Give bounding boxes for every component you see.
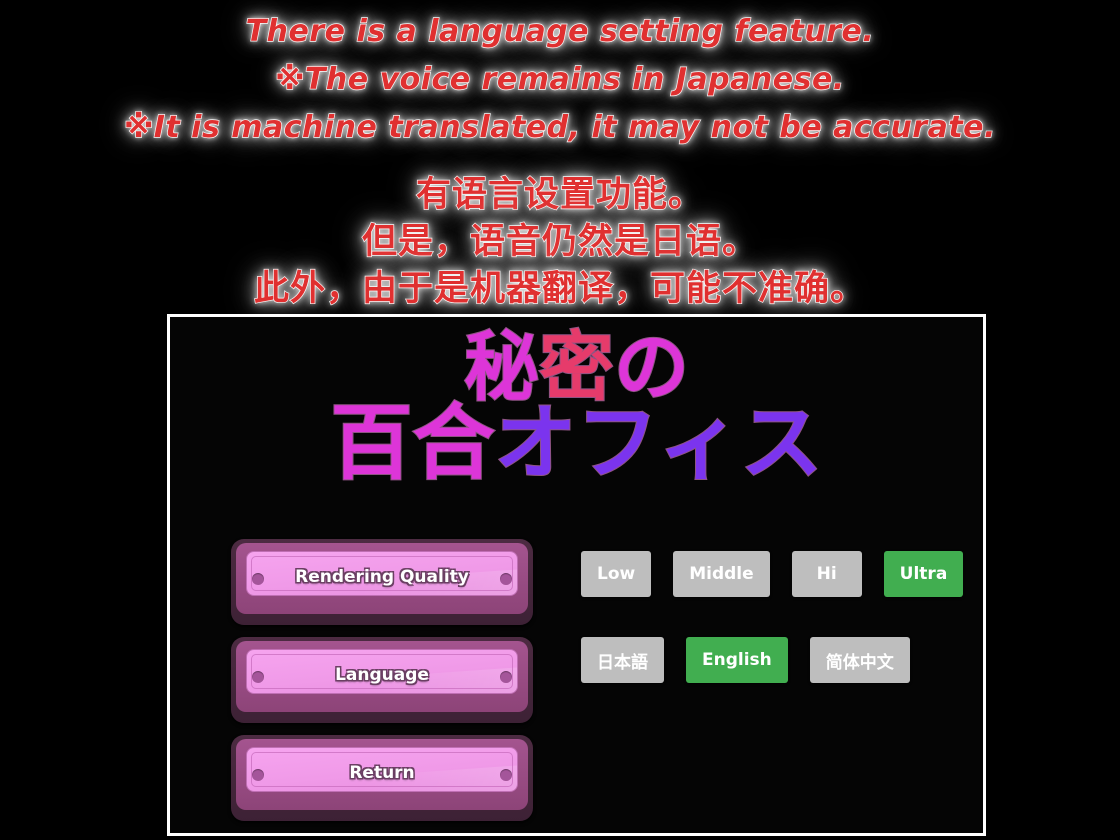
game-title-char: 百 [329, 396, 413, 491]
language-option-japanese[interactable]: 日本語 [581, 637, 664, 683]
game-title-char: 秘 [463, 323, 540, 411]
plate-inner-outline [251, 752, 513, 787]
game-screen: 秘密の 百合オフィス Rendering Quality Language Re… [170, 317, 983, 833]
plate-sheen [247, 565, 517, 595]
plate-rivet-left-icon [252, 670, 264, 683]
quality-option-ultra[interactable]: Ultra [883, 551, 964, 597]
plate-face [246, 649, 518, 694]
game-title-char: 合 [411, 396, 495, 491]
plate-inner-outline [251, 654, 513, 689]
notice-english-line-1: There is a language setting feature. [245, 13, 875, 49]
notice-banner: There is a language setting feature. ※Th… [0, 0, 1120, 310]
quality-option-middle[interactable]: Middle [673, 551, 770, 597]
game-title-line-2: 百合オフィス [170, 396, 983, 491]
plate-sheen [247, 663, 517, 693]
rendering-quality-option-row: Low Middle Hi Ultra [581, 551, 971, 597]
notice-english-line-2: ※The voice remains in Japanese. [275, 61, 845, 97]
language-option-simplified-chinese[interactable]: 简体中文 [809, 637, 910, 683]
notice-chinese-line-1: 有语言设置功能。 [415, 174, 704, 215]
menu-plate-return[interactable]: Return [231, 735, 533, 821]
menu-plate-rendering-quality[interactable]: Rendering Quality [231, 539, 533, 625]
game-window: 秘密の 百合オフィス Rendering Quality Language Re… [167, 314, 986, 836]
plate-rivet-left-icon [252, 768, 264, 781]
game-title-char: フ [575, 396, 659, 491]
game-title-char: ス [740, 396, 824, 491]
quality-option-low[interactable]: Low [581, 551, 652, 597]
game-title-char: オ [493, 396, 577, 491]
plate-face [246, 747, 518, 792]
settings-menu-column: Rendering Quality Language Return [231, 539, 542, 833]
game-title-line-1: 秘密の [170, 323, 983, 411]
game-title-char: 密 [538, 323, 615, 411]
plate-sheen [247, 761, 517, 791]
quality-option-hi[interactable]: Hi [791, 551, 862, 597]
plate-frame: Rendering Quality [236, 543, 528, 614]
language-option-english[interactable]: English [686, 637, 788, 683]
plate-rivet-left-icon [252, 572, 264, 585]
notice-chinese-line-3: 此外，由于是机器翻译，可能不准确。 [253, 268, 866, 309]
notice-english-line-3: ※It is machine translated, it may not be… [123, 109, 996, 145]
settings-options-column: Low Middle Hi Ultra 日本語 English 简体中文 [581, 551, 971, 683]
notice-chinese-line-2: 但是，语音仍然是日语。 [361, 221, 758, 262]
language-option-row: 日本語 English 简体中文 [581, 637, 971, 683]
plate-rivet-right-icon [500, 572, 512, 585]
game-title-char: の [613, 323, 690, 411]
plate-frame: Return [236, 739, 528, 810]
plate-frame: Language [236, 641, 528, 712]
plate-inner-outline [251, 556, 513, 591]
game-title-char: ィ [658, 396, 742, 491]
plate-rivet-right-icon [500, 670, 512, 683]
plate-face [246, 551, 518, 596]
menu-plate-language[interactable]: Language [231, 637, 533, 723]
game-title-logo: 秘密の 百合オフィス [170, 323, 983, 491]
notice-chinese-block: 有语言设置功能。 但是，语音仍然是日语。 此外，由于是机器翻译，可能不准确。 [0, 172, 1120, 313]
plate-rivet-right-icon [500, 768, 512, 781]
